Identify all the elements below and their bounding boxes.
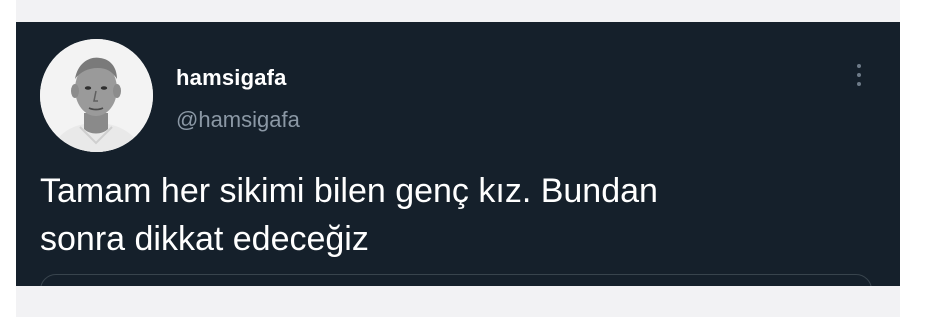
tweet-card[interactable]: hamsigafa @hamsigafa Tamam her sikimi bi… <box>16 22 900 286</box>
top-background-strip <box>16 0 900 22</box>
avatar-photo-icon <box>40 39 153 152</box>
more-vertical-icon <box>857 64 861 68</box>
user-handle[interactable]: @hamsigafa <box>176 107 300 133</box>
tweet-text-line-1: Tamam her sikimi bilen genç kız. Bundan <box>40 172 658 210</box>
more-vertical-icon-dot <box>857 73 861 77</box>
display-name[interactable]: hamsigafa <box>176 65 287 91</box>
screenshot-page: hamsigafa @hamsigafa Tamam her sikimi bi… <box>0 0 936 317</box>
tweet-text: Tamam her sikimi bilen genç kız. Bundan … <box>40 167 870 263</box>
bottom-background-strip <box>16 286 900 317</box>
tweet-text-line-2: sonra dikkat edeceğiz <box>40 220 369 258</box>
more-options-button[interactable] <box>844 58 874 92</box>
more-vertical-icon-dot <box>857 82 861 86</box>
embedded-card-outline[interactable] <box>40 274 872 286</box>
avatar[interactable] <box>40 39 153 152</box>
